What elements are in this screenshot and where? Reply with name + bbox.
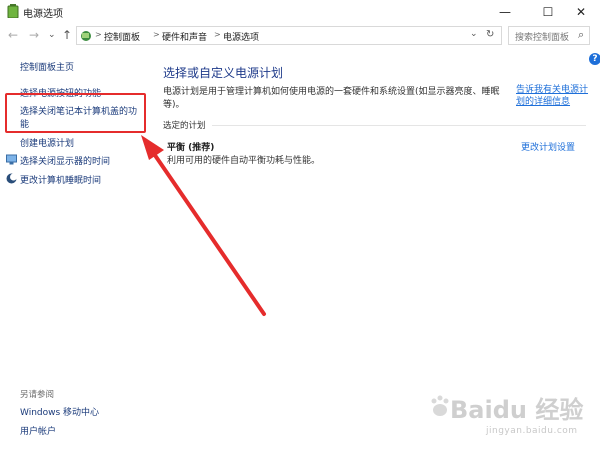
watermark-text: Baidu 经验 (450, 396, 584, 424)
annotation-arrow (141, 135, 266, 316)
watermark-url: jingyan.baidu.com (486, 426, 578, 436)
paw-icon (431, 395, 449, 416)
baidu-watermark: Baidu 经验 jingyan.baidu.com (430, 384, 600, 450)
